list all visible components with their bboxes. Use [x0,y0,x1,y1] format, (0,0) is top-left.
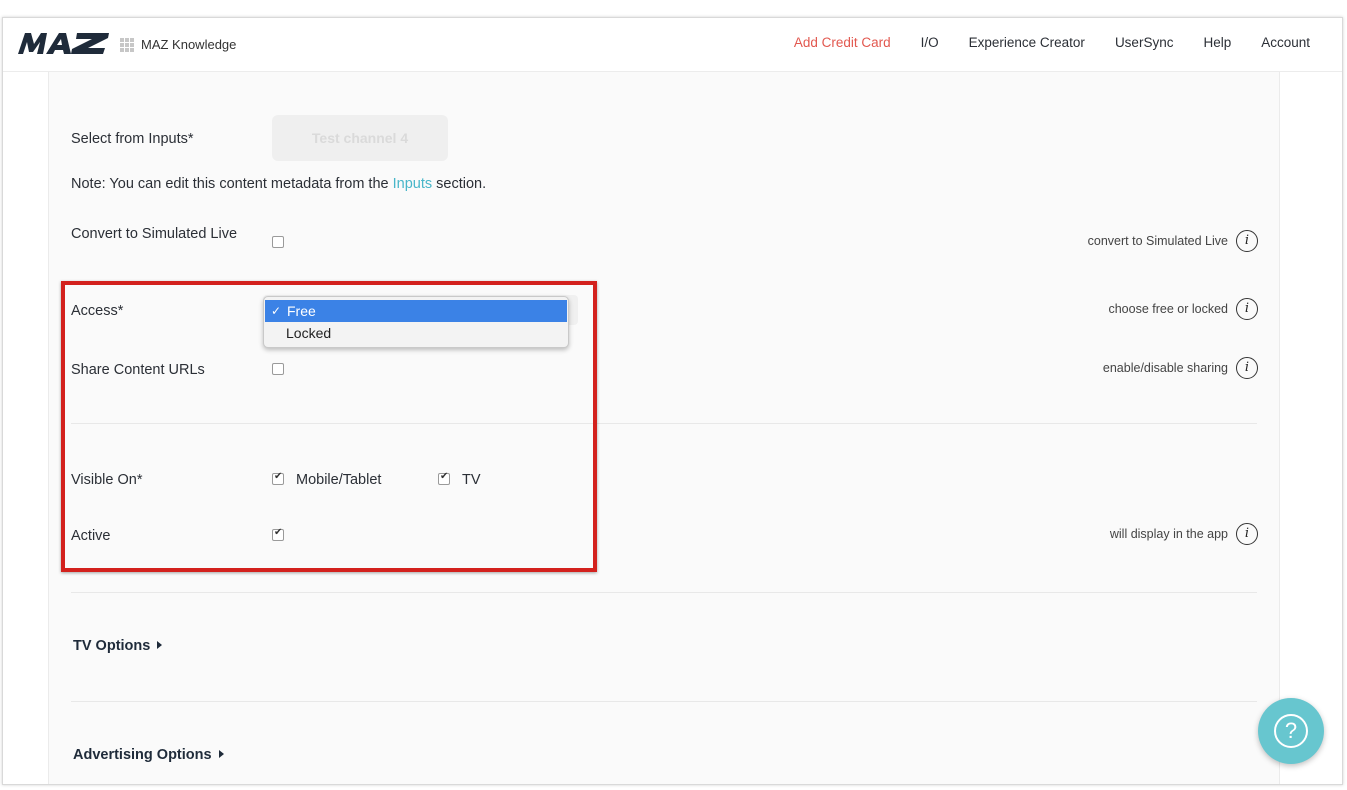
info-icon[interactable]: i [1236,298,1258,320]
caret-right-icon [157,641,163,649]
metadata-note: Note: You can edit this content metadata… [71,175,486,193]
nav-account[interactable]: Account [1261,35,1310,50]
nav-help[interactable]: Help [1203,35,1231,50]
content-panel: Select from Inputs* Test channel 4 Note:… [48,72,1280,784]
advertising-options-toggle[interactable]: Advertising Options [73,747,224,763]
access-hint: choose free or locked [1108,302,1228,316]
question-icon: ? [1274,714,1308,748]
maz-logo[interactable] [16,32,110,54]
share-urls-hint: enable/disable sharing [1102,361,1228,375]
note-prefix: Note: You can edit this content metadata… [71,176,393,192]
select-input-button[interactable]: Test channel 4 [272,115,448,161]
caret-right-icon [218,750,224,758]
tv-options-toggle[interactable]: TV Options [73,638,163,654]
knowledge-base-link[interactable]: MAZ Knowledge [120,37,236,52]
highlight-box [61,281,597,572]
select-inputs-label: Select from Inputs* [71,131,194,147]
main-nav: Add Credit Card I/O Experience Creator U… [794,35,1310,50]
apps-grid-icon [120,37,134,52]
simulated-live-hint: convert to Simulated Live [1087,234,1228,248]
nav-add-credit-card[interactable]: Add Credit Card [794,35,891,50]
divider [71,592,1257,593]
simulated-live-checkbox[interactable] [272,236,284,248]
inputs-link[interactable]: Inputs [393,176,433,192]
nav-usersync[interactable]: UserSync [1115,35,1174,50]
info-icon[interactable]: i [1236,357,1258,379]
divider [71,701,1257,702]
product-name: MAZ Knowledge [141,37,237,52]
help-button[interactable]: ? [1258,698,1324,764]
nav-io[interactable]: I/O [921,35,939,50]
note-suffix: section. [432,176,487,192]
info-icon[interactable]: i [1236,523,1258,545]
simulated-live-label: Convert to Simulated Live [71,226,238,242]
nav-experience-creator[interactable]: Experience Creator [969,35,1085,50]
top-bar: MAZ Knowledge Add Credit Card I/O Experi… [3,18,1342,72]
active-hint: will display in the app [1109,527,1228,541]
app-window: MAZ Knowledge Add Credit Card I/O Experi… [2,17,1343,785]
info-icon[interactable]: i [1236,230,1258,252]
